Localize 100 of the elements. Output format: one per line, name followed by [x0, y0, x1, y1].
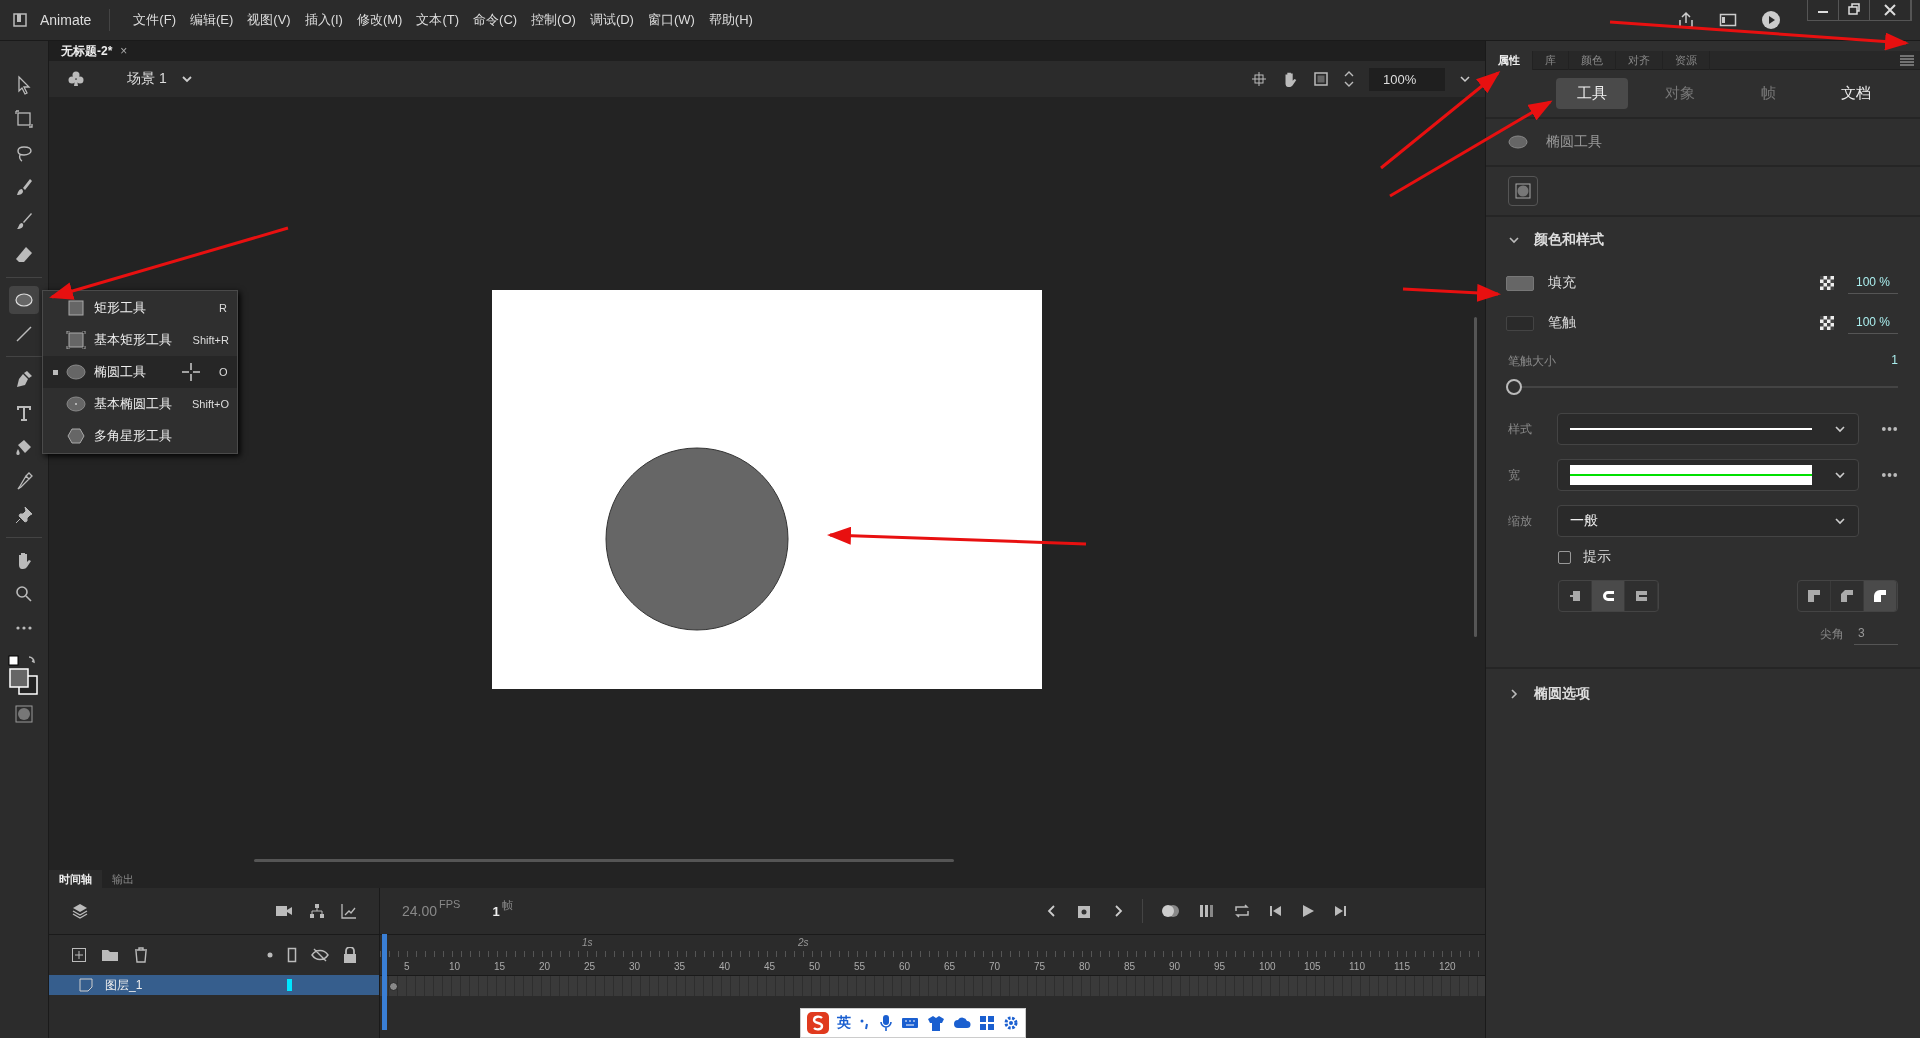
menu-item[interactable]: 文本(T): [409, 11, 467, 29]
hierarchy-icon[interactable]: [309, 903, 325, 919]
panel-tab[interactable]: 属性: [1486, 50, 1533, 70]
keyframe-icon[interactable]: [389, 982, 398, 991]
stroke-fill-swatch-icon[interactable]: [7, 654, 41, 698]
folder-icon[interactable]: [101, 947, 119, 963]
menu-item[interactable]: 调试(D): [582, 11, 641, 29]
step-forward-icon[interactable]: [1333, 904, 1347, 918]
scale-dropdown[interactable]: 一般: [1556, 505, 1859, 537]
width-profile-dropdown[interactable]: [1556, 459, 1859, 491]
menu-item[interactable]: 编辑(E): [182, 11, 241, 29]
cloud-icon[interactable]: [953, 1016, 971, 1030]
section-header[interactable]: 椭圆选项: [1486, 669, 1920, 717]
menu-item[interactable]: 插入(I): [297, 11, 350, 29]
close-tab-icon[interactable]: ×: [120, 44, 138, 58]
frame-number-label: 5: [404, 961, 411, 974]
stroke-swatch[interactable]: [1506, 315, 1534, 331]
camera-icon[interactable]: [275, 904, 293, 918]
menu-item[interactable]: 控制(O): [524, 11, 583, 29]
menu-item[interactable]: 文件(F): [126, 11, 183, 29]
properties-tab[interactable]: 文档: [1820, 78, 1892, 109]
menu-item[interactable]: 修改(M): [349, 11, 410, 29]
microphone-icon[interactable]: [879, 1014, 893, 1032]
hidden-eye-icon[interactable]: [311, 948, 329, 962]
input-mode-indicator[interactable]: 英: [837, 1014, 851, 1032]
layer-color-marker[interactable]: [287, 979, 292, 991]
join-button[interactable]: [1864, 581, 1897, 611]
step-back-icon[interactable]: [1269, 904, 1283, 918]
menu-item[interactable]: 椭圆工具 O: [43, 356, 237, 388]
prim-rect-icon: [66, 331, 86, 349]
keyboard-icon[interactable]: [901, 1016, 919, 1030]
settings-icon[interactable]: [1003, 1015, 1019, 1031]
more-icon[interactable]: [1880, 472, 1898, 478]
alpha-field[interactable]: 100 %: [1848, 312, 1898, 334]
clip-icon[interactable]: [1313, 71, 1329, 87]
menu-item[interactable]: 基本矩形工具 Shift+R: [43, 324, 237, 356]
menu-icon[interactable]: [1900, 54, 1914, 66]
checker-icon[interactable]: [1820, 276, 1834, 290]
cap-button[interactable]: [1592, 581, 1625, 611]
hinting-label: 提示: [1583, 548, 1611, 566]
chevron-down-icon[interactable]: [1459, 73, 1471, 85]
scrollbar[interactable]: [254, 859, 954, 862]
menu-item[interactable]: 基本椭圆工具 Shift+O: [43, 388, 237, 420]
bars-icon[interactable]: [1199, 904, 1215, 918]
play-icon[interactable]: [1301, 904, 1315, 918]
onion-skin-icon[interactable]: [1161, 904, 1181, 918]
hinting-checkbox[interactable]: [1558, 550, 1571, 564]
chevron-left-icon[interactable]: [1046, 904, 1058, 918]
loop-icon[interactable]: [1233, 903, 1251, 919]
line-style-dropdown[interactable]: [1556, 413, 1859, 445]
shirt-icon[interactable]: [927, 1015, 945, 1031]
screen-icon[interactable]: [1719, 11, 1737, 29]
fps-value[interactable]: 24.00: [402, 903, 438, 919]
menu-item[interactable]: 多角星形工具: [43, 420, 237, 452]
crosshair-icon[interactable]: [1251, 71, 1267, 87]
outline-icon[interactable]: [287, 947, 297, 963]
stroke-size-value[interactable]: 1: [1891, 353, 1898, 370]
menu-item[interactable]: 帮助(H): [701, 11, 760, 29]
input-method-logo-icon[interactable]: [807, 1012, 829, 1034]
ellipse-tool-icon[interactable]: [9, 286, 39, 314]
object-drawing-button[interactable]: [1508, 176, 1538, 206]
object-drawing-icon[interactable]: [14, 704, 34, 724]
share-icon[interactable]: [1677, 11, 1695, 29]
panel-tab[interactable]: 资源: [1663, 50, 1710, 70]
checker-icon[interactable]: [1820, 316, 1834, 330]
play-icon[interactable]: [1761, 10, 1781, 30]
chevron-right-icon[interactable]: [1112, 904, 1124, 918]
scrollbar[interactable]: [1474, 317, 1477, 637]
club-icon[interactable]: [67, 70, 85, 88]
menu-item[interactable]: 窗口(W): [640, 11, 702, 29]
menu-item[interactable]: 命令(C): [466, 11, 525, 29]
slider-thumb[interactable]: [1506, 379, 1522, 395]
layers-icon[interactable]: [71, 902, 89, 920]
lock-icon[interactable]: [343, 947, 357, 963]
section-header[interactable]: 颜色和样式: [1486, 217, 1920, 263]
panel-tab[interactable]: 时间轴: [49, 870, 102, 888]
chevron-down-icon[interactable]: [180, 73, 193, 85]
scene-name[interactable]: 场景 1: [127, 70, 167, 88]
layer-row[interactable]: 图层_1: [49, 975, 379, 995]
zoom-field[interactable]: 100%: [1369, 67, 1445, 91]
fill-swatch[interactable]: [1506, 275, 1534, 291]
properties-tab[interactable]: 工具: [1556, 78, 1628, 109]
alpha-field[interactable]: 100 %: [1848, 272, 1898, 294]
trash-icon[interactable]: [133, 947, 149, 963]
miter-field[interactable]: 3: [1854, 624, 1898, 645]
add-layer-icon[interactable]: [71, 947, 87, 963]
crosshair-icon: [181, 362, 201, 382]
more-icon[interactable]: [1880, 426, 1898, 432]
grid-icon[interactable]: [979, 1015, 995, 1031]
dot-icon[interactable]: [267, 952, 273, 958]
frame-number[interactable]: 1: [492, 903, 500, 919]
panel-tab[interactable]: 输出: [102, 870, 144, 888]
panel-tab[interactable]: 库: [1533, 50, 1569, 70]
panel-tab[interactable]: 对齐: [1616, 50, 1663, 70]
menu-item[interactable]: 矩形工具 R: [43, 292, 237, 324]
graph-icon[interactable]: [341, 903, 357, 919]
panel-tab[interactable]: 颜色: [1569, 50, 1616, 70]
menu-item[interactable]: 视图(V): [240, 11, 298, 29]
panel-icon[interactable]: [12, 12, 28, 28]
document-tab[interactable]: 无标题-2*: [49, 42, 121, 60]
